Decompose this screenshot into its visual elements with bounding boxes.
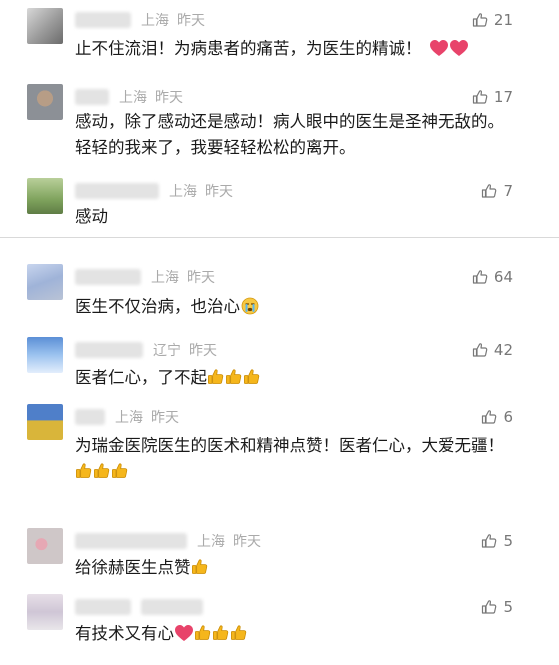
comment-text: 医者仁心，了不起 [75,365,515,391]
thumbs-up-icon [111,462,128,479]
like-button[interactable]: 17 [472,87,513,107]
comment-body: 医者仁心，了不起 [75,368,207,387]
comment-text: 止不住流泪！为病患者的痛苦，为医生的精诚！ [75,36,515,62]
comment-body: 感动 [75,207,108,226]
username-blurred[interactable] [75,89,109,105]
comment-time: 昨天 [187,270,215,286]
comment-body: 医生不仅治病，也治心 [75,297,240,316]
comment-text: 有技术又有心 [75,621,515,647]
avatar[interactable] [27,178,63,214]
comment-location: 上海 [151,270,179,286]
comment-meta [75,597,221,617]
comment-body: 给徐赫医生点赞 [75,558,191,577]
like-button[interactable]: 7 [481,181,513,201]
comment-meta: 辽宁 昨天 [75,340,217,360]
heart-icon [174,624,194,642]
heart-icon [429,39,449,57]
comment-panel-bottom: 上海 昨天 64 医生不仅治病，也治心 辽宁 昨天 42 医者仁心，了不起 上海 [0,252,559,665]
comment-meta: 上海 昨天 [75,531,261,551]
comment-time: 昨天 [233,534,261,550]
thumbs-up-icon [194,624,211,641]
comment-meta: 上海 昨天 [75,87,183,107]
username-blurred[interactable] [75,183,159,199]
like-count: 7 [503,182,513,200]
thumbs-up-outline-icon [472,12,488,28]
comment-time: 昨天 [151,410,179,426]
avatar[interactable] [27,594,63,630]
comment-text: 给徐赫医生点赞 [75,555,515,581]
comment-time: 昨天 [189,343,217,359]
comment-body: 止不住流泪！为病患者的痛苦，为医生的精诚！ [75,39,422,58]
like-count: 42 [493,341,513,359]
comment-location: 上海 [115,410,143,426]
comment-meta: 上海 昨天 [75,181,233,201]
comment-body: 为瑞金医院医生的医术和精神点赞！医者仁心，大爱无疆！ [75,436,504,455]
like-count: 64 [493,268,513,286]
comment-meta: 上海 昨天 [75,267,215,287]
thumbs-up-icon [191,558,208,575]
thumbs-up-icon [212,624,229,641]
comment-text: 感动，除了感动还是感动！病人眼中的医生是圣神无敌的。轻轻的我来了，我要轻轻松松的… [75,109,505,161]
location-time-blurred [141,599,203,615]
section-divider [0,237,559,253]
comment-meta: 上海 昨天 [75,407,179,427]
like-count: 21 [493,11,513,29]
comment-panel-top: 上海 昨天 21 止不住流泪！为病患者的痛苦，为医生的精诚！ 上海 昨天 17 … [0,0,559,237]
avatar[interactable] [27,264,63,300]
comment-body: 有技术又有心 [75,624,174,643]
comment-location: 上海 [141,13,169,29]
like-button[interactable]: 42 [472,340,513,360]
comment-time: 昨天 [155,90,183,106]
thumbs-up-icon [75,462,92,479]
username-blurred[interactable] [75,12,131,28]
avatar[interactable] [27,84,63,120]
comment-time: 昨天 [205,184,233,200]
comment-time: 昨天 [177,13,205,29]
heart-icon [449,39,469,57]
username-blurred[interactable] [75,533,187,549]
like-button[interactable]: 5 [481,597,513,617]
thumbs-up-icon [225,368,242,385]
comment-body: 感动，除了感动还是感动！病人眼中的医生是圣神无敌的。轻轻的我来了，我要轻轻松松的… [75,112,504,157]
like-button[interactable]: 5 [481,531,513,551]
thumbs-up-icon [93,462,110,479]
comment-text: 感动 [75,204,515,230]
comment-meta: 上海 昨天 [75,10,205,30]
like-button[interactable]: 6 [481,407,513,427]
comment-location: 辽宁 [153,343,181,359]
thumbs-up-icon [230,624,247,641]
avatar[interactable] [27,8,63,44]
thumbs-up-outline-icon [481,599,497,615]
thumbs-up-outline-icon [472,89,488,105]
avatar[interactable] [27,528,63,564]
comment-text: 医生不仅治病，也治心 [75,294,515,320]
thumbs-up-icon [243,368,260,385]
comment-location: 上海 [119,90,147,106]
like-count: 5 [503,598,513,616]
thumbs-up-icon [207,368,224,385]
thumbs-up-outline-icon [481,533,497,549]
thumbs-up-outline-icon [472,269,488,285]
thumbs-up-outline-icon [472,342,488,358]
thumbs-up-outline-icon [481,183,497,199]
thumbs-up-outline-icon [481,409,497,425]
username-blurred[interactable] [75,599,131,615]
comment-location: 上海 [197,534,225,550]
comment-location: 上海 [169,184,197,200]
like-button[interactable]: 64 [472,267,513,287]
like-count: 17 [493,88,513,106]
like-count: 6 [503,408,513,426]
username-blurred[interactable] [75,409,105,425]
avatar[interactable] [27,404,63,440]
comment-text: 为瑞金医院医生的医术和精神点赞！医者仁心，大爱无疆！ [75,433,515,485]
username-blurred[interactable] [75,269,141,285]
username-blurred[interactable] [75,342,143,358]
like-button[interactable]: 21 [472,10,513,30]
crying-face-icon [241,297,259,315]
like-count: 5 [503,532,513,550]
avatar[interactable] [27,337,63,373]
